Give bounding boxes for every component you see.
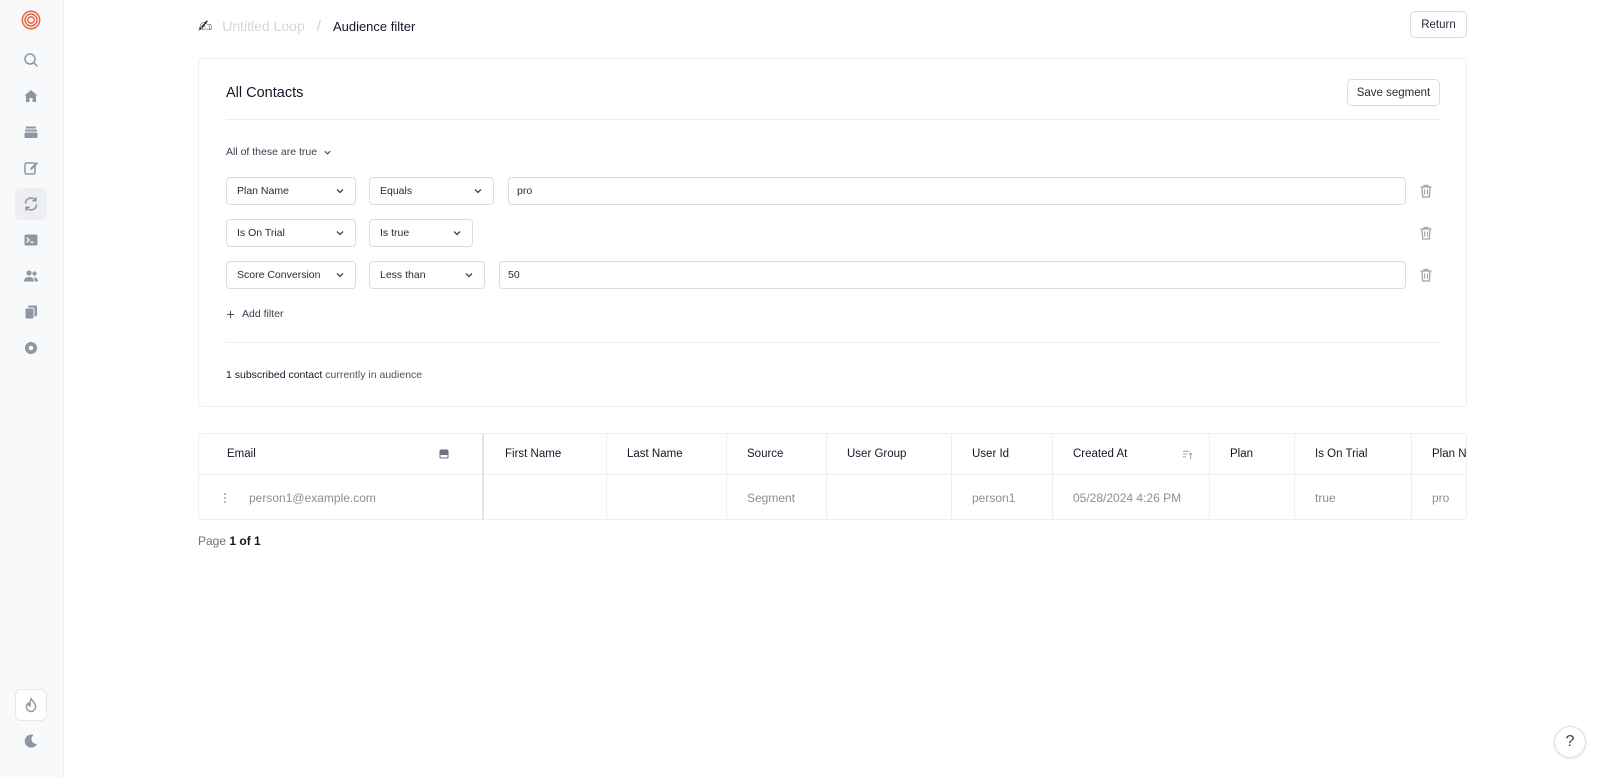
column-header-created-at[interactable]: Created At xyxy=(1073,434,1203,475)
flame-icon[interactable] xyxy=(15,689,47,721)
help-button[interactable]: ? xyxy=(1554,726,1586,758)
pagination: Page 1 of 1 xyxy=(198,534,261,548)
filter-operator-select[interactable]: Is true xyxy=(369,219,473,247)
moon-icon[interactable] xyxy=(15,725,47,757)
column-header-label: Source xyxy=(747,448,784,460)
column-header-label: User Group xyxy=(847,448,907,460)
trash-icon[interactable] xyxy=(1418,267,1434,283)
column-header-user-group[interactable]: User Group xyxy=(847,434,957,475)
filter-operator-value: Equals xyxy=(380,185,413,197)
column-divider xyxy=(1209,434,1210,519)
return-button[interactable]: Return xyxy=(1410,11,1467,38)
plus-icon xyxy=(226,310,235,318)
terminal-icon[interactable] xyxy=(15,224,47,256)
filter-field-value: Score Conversion xyxy=(237,269,321,281)
row-menu-icon[interactable] xyxy=(223,475,233,519)
column-header-label: First Name xyxy=(505,448,562,460)
chevron-down-icon xyxy=(465,273,473,278)
filter-field-select[interactable]: Score Conversion xyxy=(226,261,356,289)
column-header-user-id[interactable]: User Id xyxy=(972,434,1062,475)
breadcrumb: ✍ Untitled Loop / Audience filter xyxy=(198,14,415,38)
divider xyxy=(226,119,1440,120)
pagination-value: 1 of 1 xyxy=(229,534,261,548)
match-mode-label: All of these are true xyxy=(226,146,318,158)
column-header-label: Last Name xyxy=(627,448,683,460)
filter-field-value: Is On Trial xyxy=(237,227,285,239)
writing-hand-icon: ✍ xyxy=(198,16,213,36)
cell-is-on-trial: true xyxy=(1315,491,1336,505)
add-filter-button[interactable]: Add filter xyxy=(226,308,283,320)
column-header-source[interactable]: Source xyxy=(747,434,837,475)
column-header-is-on-trial[interactable]: Is On Trial xyxy=(1315,434,1415,475)
trash-icon[interactable] xyxy=(1418,183,1434,199)
trash-icon[interactable] xyxy=(1418,225,1434,241)
sticky-column-divider xyxy=(482,434,484,519)
logo-icon[interactable] xyxy=(15,4,47,36)
cell-first-name xyxy=(505,475,615,519)
filter-field-select[interactable]: Plan Name xyxy=(226,177,356,205)
search-icon[interactable] xyxy=(15,44,47,76)
column-header-plan[interactable]: Plan xyxy=(1230,434,1300,475)
filter-operator-select[interactable]: Equals xyxy=(369,177,494,205)
sort-icon[interactable] xyxy=(1182,449,1193,460)
filter-field-value: Plan Name xyxy=(237,185,289,197)
breadcrumb-current: Audience filter xyxy=(332,18,416,34)
users-icon[interactable] xyxy=(15,260,47,292)
column-header-label: User Id xyxy=(972,448,1010,460)
files-icon[interactable] xyxy=(15,296,47,328)
chevron-down-icon xyxy=(336,273,344,278)
cell-plan xyxy=(1230,475,1300,519)
inbox-icon[interactable] xyxy=(15,116,47,148)
column-header-email[interactable]: Email xyxy=(227,434,477,475)
filter-value-input[interactable]: 50 xyxy=(499,261,1406,289)
breadcrumb-parent[interactable]: Untitled Loop xyxy=(222,18,305,34)
filter-operator-value: Less than xyxy=(380,269,426,281)
column-divider xyxy=(1411,434,1412,519)
edit-icon[interactable] xyxy=(15,152,47,184)
audience-suffix: currently in audience xyxy=(325,369,423,381)
loop-icon[interactable] xyxy=(15,188,47,220)
add-filter-label: Add filter xyxy=(242,308,284,320)
column-header-plan-name[interactable]: Plan N xyxy=(1432,434,1467,475)
filter-operator-value: Is true xyxy=(380,227,410,239)
chevron-down-icon xyxy=(324,150,331,155)
cell-source: Segment xyxy=(747,491,796,505)
cell-user-group xyxy=(847,475,957,519)
home-icon[interactable] xyxy=(15,80,47,112)
chevron-down-icon xyxy=(336,189,344,194)
column-header-last-name[interactable]: Last Name xyxy=(627,434,737,475)
breadcrumb-separator: / xyxy=(316,17,321,35)
contacts-table: Email First Name Last Name Source User G… xyxy=(198,433,1467,520)
column-header-label: Is On Trial xyxy=(1315,448,1368,460)
sidebar xyxy=(0,0,64,777)
cell-created-at: 05/28/2024 4:26 PM xyxy=(1073,491,1182,505)
match-mode-dropdown[interactable]: All of these are true xyxy=(226,146,332,158)
column-header-label: Plan N xyxy=(1432,448,1467,460)
pagination-prefix: Page xyxy=(198,534,227,548)
audience-count: 1 subscribed contact xyxy=(226,369,323,381)
pin-column-icon[interactable] xyxy=(439,449,449,459)
settings-icon[interactable] xyxy=(15,332,47,364)
chevron-down-icon xyxy=(474,189,482,194)
chevron-down-icon xyxy=(336,231,344,236)
cell-plan-name: pro xyxy=(1432,491,1450,505)
cell-last-name xyxy=(627,475,737,519)
segment-card: All Contacts Save segment All of these a… xyxy=(198,58,1467,407)
column-header-label: Email xyxy=(227,448,256,460)
divider xyxy=(226,342,1440,343)
segment-title: All Contacts xyxy=(226,85,304,101)
cell-email[interactable]: person1@example.com xyxy=(249,475,469,519)
filter-value-input[interactable]: pro xyxy=(508,177,1406,205)
filter-field-select[interactable]: Is On Trial xyxy=(226,219,356,247)
column-header-first-name[interactable]: First Name xyxy=(505,434,615,475)
filter-operator-select[interactable]: Less than xyxy=(369,261,485,289)
cell-user-id: person1 xyxy=(972,491,1016,505)
chevron-down-icon xyxy=(453,231,461,236)
audience-summary: 1 subscribed contact currently in audien… xyxy=(226,369,422,381)
column-header-label: Plan xyxy=(1230,448,1254,460)
save-segment-button[interactable]: Save segment xyxy=(1347,79,1440,106)
column-header-label: Created At xyxy=(1073,448,1128,460)
